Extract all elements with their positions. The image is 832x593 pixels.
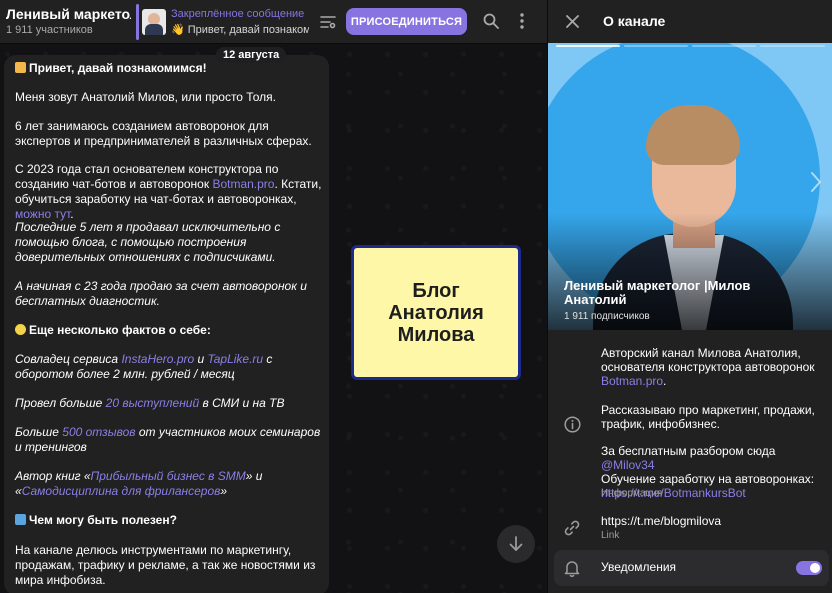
more-vertical-icon[interactable] (512, 11, 532, 31)
channel-avatar[interactable]: Ленивый маркетолог |Милов Анатолий 1 911… (548, 43, 832, 330)
search-icon[interactable] (481, 11, 501, 31)
reviews-link[interactable]: 500 отзывов (62, 425, 135, 439)
channel-topics-paragraph: На канале делюсь инструментами по маркет… (15, 543, 316, 587)
book-selfdiscipline-link[interactable]: Самодисциплина для фрилансеров (22, 484, 221, 498)
fact-reviews: Больше 500 отзывов от участников моих се… (15, 425, 321, 454)
filter-icon[interactable] (318, 12, 338, 32)
milov-username-link[interactable]: @Milov34 (601, 458, 655, 472)
pinned-thumbnail[interactable] (142, 9, 166, 35)
date-separator: 12 августа (216, 47, 287, 63)
photo-pager (556, 45, 825, 47)
notifications-toggle[interactable] (796, 561, 822, 575)
close-icon[interactable] (563, 12, 581, 30)
pinned-message-bubble[interactable]: Привет, давай познакомимся! Меня зовут А… (4, 55, 329, 593)
pinned-indicator (136, 4, 139, 40)
useful-heading: Чем могу быть полезен? (29, 513, 177, 527)
bell-icon (562, 558, 582, 578)
waving-hand-icon (15, 62, 26, 73)
chat-column: Ленивый маркетолог 1 911 участников Закр… (0, 0, 547, 593)
fact-speeches: Провел больше 20 выступлений в СМИ и на … (15, 396, 285, 410)
channel-member-count: 1 911 участников (6, 24, 93, 36)
panel-title: О канале (603, 13, 666, 29)
pinned-label[interactable]: Закреплённое сообщение (171, 8, 304, 20)
fact-cofounder: Совладец сервиса InstaHero.pro и TapLike… (15, 352, 273, 381)
instahero-link[interactable]: InstaHero.pro (121, 352, 194, 366)
books-icon (15, 514, 26, 525)
greeting: Привет, давай познакомимся! (29, 61, 207, 75)
description-topics: Рассказываю про маркетинг, продажи, траф… (601, 403, 815, 431)
pinned-preview[interactable]: 👋 Привет, давай познакомимся! (171, 23, 309, 36)
channel-info-panel: О канале Ленивый маркетолог |Милов Анато… (547, 0, 832, 593)
experience-paragraph: 6 лет занимаюсь созданием автоворонок дл… (15, 119, 312, 148)
blog-promo-card: Блог Анатолия Милова (351, 245, 521, 380)
channel-name: Ленивый маркетолог |Милов Анатолий (564, 278, 751, 307)
intro-paragraph: Меня зовут Анатолий Милов, или просто То… (15, 90, 276, 104)
channel-link[interactable]: https://t.me/blogmilova (601, 514, 823, 528)
scroll-to-bottom-button[interactable] (497, 525, 535, 563)
chevron-right-icon[interactable] (810, 171, 822, 198)
promo-text: Блог Анатолия Милова (388, 279, 484, 346)
taplike-link[interactable]: TapLike.ru (208, 352, 264, 366)
light-bulb-icon (15, 324, 26, 335)
botman-link[interactable]: Botman.pro (212, 177, 274, 191)
arrow-down-icon (509, 536, 523, 551)
facts-heading: Еще несколько фактов о себе: (29, 323, 211, 337)
info-caption: Информация (601, 488, 663, 499)
founder-paragraph: С 2023 года стал основателем конструктор… (15, 162, 322, 221)
blog-paragraph: Последние 5 лет я продавал исключительно… (15, 220, 281, 264)
link-caption: Link (601, 530, 620, 541)
channel-subscribers: 1 911 подписчиков (564, 311, 650, 322)
info-icon (562, 414, 582, 434)
course-link[interactable]: можно тут (15, 207, 70, 221)
channel-title[interactable]: Ленивый маркетолог (6, 6, 131, 22)
chat-header: Ленивый маркетолог 1 911 участников Закр… (0, 0, 547, 44)
autofunnel-paragraph: А начиная с 23 года продаю за счет автов… (15, 279, 307, 308)
book-smm-link[interactable]: Прибыльный бизнес в SMM (91, 469, 246, 483)
description-founder: Авторский канал Милова Анатолия, основат… (601, 346, 815, 388)
link-icon (562, 518, 582, 538)
fact-books: Автор книг «Прибыльный бизнес в SMM» и «… (15, 469, 263, 498)
description-botman-link[interactable]: Botman.pro (601, 374, 663, 388)
join-button[interactable]: ПРИСОЕДИНИТЬСЯ (346, 8, 467, 35)
speeches-link[interactable]: 20 выступлений (106, 396, 200, 410)
notifications-label: Уведомления (601, 560, 677, 574)
